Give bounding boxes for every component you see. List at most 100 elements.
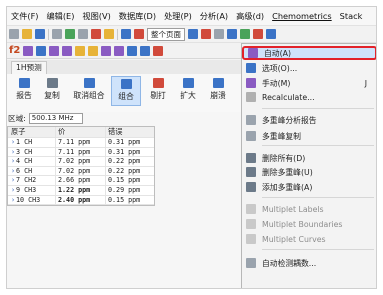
labels-icon	[246, 204, 256, 214]
menu-process[interactable]: 处理(P)	[160, 7, 196, 25]
phase-icon[interactable]	[36, 45, 47, 56]
report-icon[interactable]	[153, 45, 164, 56]
pan-icon[interactable]	[227, 29, 237, 39]
menu-database[interactable]: 数据库(D)	[115, 7, 160, 25]
atom-text: 7 CH2	[16, 176, 37, 185]
expand-arrow-icon[interactable]: ›	[11, 176, 15, 184]
group-button[interactable]: 组合	[111, 76, 141, 106]
menu-item-label: Multiplet Curves	[262, 234, 326, 244]
menu-view[interactable]: 视图(V)	[78, 7, 114, 25]
copy-icon	[246, 131, 256, 141]
menu-analysis[interactable]: 分析(A)	[196, 7, 232, 25]
table-row[interactable]: ›7 CH2 2.66 ppm 0.15 ppm	[8, 176, 154, 186]
report-button[interactable]: 报告	[9, 76, 39, 106]
tool-icon[interactable]	[140, 45, 151, 56]
report-label: 报告	[16, 91, 32, 100]
multiplet-dropdown-menu: 自动(A) 选项(O)... 手动(M) J Recalculate... 多重峰分析报告…	[241, 43, 376, 288]
menu-file[interactable]: 文件(F)	[7, 7, 42, 25]
menu-item-8[interactable]: 添加多重峰(A)	[242, 180, 376, 194]
paste-icon[interactable]	[104, 29, 114, 39]
menu-item-6[interactable]: 删除所有(D)	[242, 151, 376, 165]
peaks-icon[interactable]	[75, 45, 86, 56]
table-row[interactable]: ›3 CH 7.11 ppm 0.31 ppm	[8, 147, 154, 158]
ungroup-button[interactable]: 取消组合	[69, 76, 109, 106]
expand-label: 扩大	[180, 91, 196, 100]
zoom-in-icon[interactable]	[201, 29, 211, 39]
undo-icon[interactable]	[121, 29, 131, 39]
prediction-table: 原子 价 错误 ›1 CH 7.11 ppm 0.31 ppm ›3 CH 7.11 p…	[7, 126, 155, 207]
table-row[interactable]: ›9 CH3 1.22 ppm 0.29 ppm	[8, 185, 154, 196]
header-atom[interactable]: 原子	[8, 127, 56, 137]
region-frequency-field[interactable]: 500.13 MHz	[28, 112, 83, 124]
menu-item-10[interactable]: Multiplet Boundaries	[242, 217, 376, 231]
expand-arrow-icon[interactable]: ›	[11, 196, 15, 204]
expand-arrow-icon[interactable]: ›	[11, 148, 15, 156]
cut-icon[interactable]	[91, 29, 101, 39]
menu-item-label: 删除所有(D)	[262, 153, 306, 163]
reference-icon[interactable]	[62, 45, 73, 56]
recalculate-icon	[246, 92, 256, 102]
copy-button[interactable]: 复制	[37, 76, 67, 106]
menu-chemometrics[interactable]: Chemometrics	[268, 7, 336, 25]
menu-item-7[interactable]: 删除多重峰(U)	[242, 165, 376, 179]
error-cell: 0.31 ppm	[108, 147, 141, 156]
assign-icon[interactable]	[127, 45, 138, 56]
image-icon[interactable]	[65, 29, 75, 39]
print-icon[interactable]	[52, 29, 62, 39]
menu-item-11[interactable]: Multiplet Curves	[242, 232, 376, 246]
collapse-button[interactable]: 崩溃	[203, 76, 233, 106]
multiplet-icon[interactable]	[266, 29, 276, 39]
header-error[interactable]: 错误	[106, 127, 154, 137]
menu-item-label: 选项(O)...	[262, 63, 298, 73]
header-shift[interactable]: 价	[56, 127, 106, 137]
strike-icon	[152, 78, 164, 88]
redo-icon[interactable]	[134, 29, 144, 39]
menu-item-label: Recalculate...	[262, 92, 315, 102]
expand-arrow-icon[interactable]: ›	[11, 186, 15, 194]
menu-item-0[interactable]: 自动(A)	[242, 46, 376, 60]
menu-item-2[interactable]: 手动(M) J	[242, 76, 376, 90]
table-row[interactable]: ›10 CH3 2.40 ppm 0.15 ppm	[8, 195, 154, 206]
table-row[interactable]: ›1 CH 7.11 ppm 0.31 ppm	[8, 138, 154, 148]
options-icon	[246, 63, 256, 73]
peak-pick-icon[interactable]	[240, 29, 250, 39]
shift-cell: 7.11 ppm	[56, 147, 106, 157]
expand-arrow-icon[interactable]: ›	[11, 157, 15, 165]
multiplet-analysis-icon[interactable]	[114, 45, 125, 56]
table-row[interactable]: ›6 CH 7.02 ppm 0.22 ppm	[8, 166, 154, 177]
zoom-fit-icon[interactable]	[188, 29, 198, 39]
zoom-out-icon[interactable]	[214, 29, 224, 39]
baseline-icon[interactable]	[49, 45, 60, 56]
menu-item-1[interactable]: 选项(O)...	[242, 61, 376, 75]
open-folder-icon[interactable]	[22, 29, 32, 39]
menu-item-4[interactable]: 多重峰分析报告	[242, 113, 376, 127]
fit-icon[interactable]	[88, 45, 99, 56]
shift-cell: 2.40 ppm	[56, 195, 106, 205]
menu-item-9[interactable]: Multiplet Labels	[242, 202, 376, 216]
expand-arrow-icon[interactable]: ›	[11, 138, 15, 146]
save-icon[interactable]	[35, 29, 45, 39]
curves-icon	[246, 234, 256, 244]
integrals-icon[interactable]	[101, 45, 112, 56]
menu-item-3[interactable]: Recalculate...	[242, 90, 376, 104]
search-icon[interactable]	[78, 29, 88, 39]
expand-button[interactable]: 扩大	[173, 76, 203, 106]
atom-text: 9 CH3	[16, 185, 37, 194]
menu-item-label: 添加多重峰(A)	[262, 182, 313, 192]
ungroup-label: 取消组合	[73, 91, 105, 100]
menu-item-12[interactable]: 自动检测耦数...	[242, 256, 376, 270]
strike-button[interactable]: 剔打	[143, 76, 173, 106]
fft-icon[interactable]	[23, 45, 34, 56]
atom-cell: ›1 CH	[8, 138, 56, 147]
menu-item-5[interactable]: 多重峰复制	[242, 129, 376, 143]
new-icon[interactable]	[9, 29, 19, 39]
toolbar-main: 整个页面	[7, 25, 376, 42]
integrate-icon[interactable]	[253, 29, 263, 39]
tab-1h-prediction[interactable]: 1H预测	[11, 61, 47, 74]
table-row[interactable]: ›4 CH 7.02 ppm 0.22 ppm	[8, 157, 154, 167]
page-zoom-select[interactable]: 整个页面	[147, 27, 185, 41]
expand-arrow-icon[interactable]: ›	[11, 167, 15, 175]
menu-advanced[interactable]: 高级(d)	[232, 7, 268, 25]
menu-stack[interactable]: Stack	[336, 7, 367, 25]
menu-edit[interactable]: 编辑(E)	[42, 7, 78, 25]
